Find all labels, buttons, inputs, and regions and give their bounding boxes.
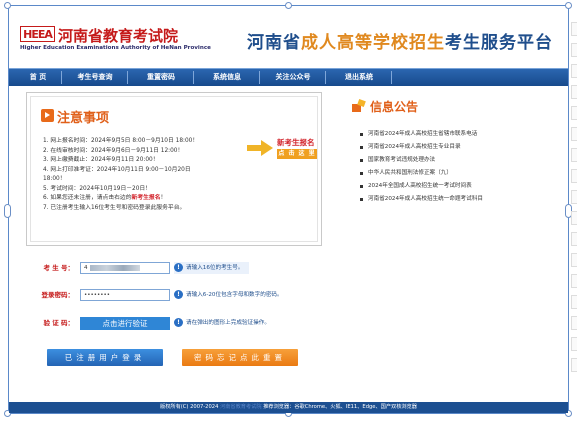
platform-title-part-2: 成人高等学校招生 <box>301 33 445 53</box>
notice-title: 注意事项 <box>57 111 110 126</box>
nav-divider <box>127 71 128 84</box>
nav-home[interactable]: 首 页 <box>15 69 61 86</box>
bulletin-item[interactable]: 河南省2024年成人高校招生统一命题考试科目 <box>360 193 560 206</box>
resize-handle-top-left[interactable] <box>4 2 11 9</box>
notice-item-tail: ！ <box>160 195 167 201</box>
notice-panel-inner: 注意事项 1. 网上报名时间：2024年9月5日 8:00－9月10日 18:0… <box>30 96 318 242</box>
platform-title: 河南省成人高等学校招生考生服务平台 <box>247 28 553 53</box>
side-tool-3[interactable] <box>571 64 577 78</box>
side-tool-2[interactable] <box>571 43 577 57</box>
captcha-hint: ! 请在弹出的图形上完成验证操作。 <box>174 317 270 329</box>
main-nav: 首 页 考生号查询 重置密码 系统信息 关注公众号 退出系统 <box>9 68 568 86</box>
exam-number-hint: ! 请输入16位的考生号。 <box>174 262 250 274</box>
side-tool-16[interactable] <box>571 337 577 351</box>
notice-item-text: 6. 如果您还未注册，请点击右边的 <box>43 195 132 201</box>
browser-recommendation: 推荐浏览器：谷歌Chrome、火狐、IE11、Edge、国产双核浏览器 <box>263 404 417 410</box>
redacted-value <box>89 264 140 271</box>
side-tool-10[interactable] <box>571 211 577 225</box>
side-tool-7[interactable] <box>571 148 577 162</box>
notice-item: 18:00！ <box>43 176 66 182</box>
logo-title: 河南省教育考试院 <box>58 27 179 45</box>
site-header: HEEA 河南省教育考试院 Higher Education Examinati… <box>10 14 567 62</box>
nav-divider <box>391 71 392 84</box>
exam-number-label: 考 生 号： <box>43 264 74 272</box>
side-tool-5[interactable] <box>571 106 577 120</box>
exam-number-value: 4 <box>84 265 88 271</box>
side-tool-11[interactable] <box>571 232 577 246</box>
side-tool-6[interactable] <box>571 127 577 141</box>
password-label: 登录密码： <box>41 291 75 299</box>
exam-number-hint-text: 请输入16位的考生号。 <box>186 265 244 271</box>
info-icon: ! <box>174 263 183 272</box>
notice-item: 3. 网上缴费截止：2024年9月11日 20:00！ <box>43 157 159 163</box>
notice-item: 2. 在线审核时间：2024年9月6日－9月11日 12:00！ <box>43 147 184 154</box>
nav-exam-number-lookup[interactable]: 考生号查询 <box>63 69 127 86</box>
arrow-right-icon <box>247 140 273 156</box>
captcha-hint-text: 请在弹出的图形上完成验证操作。 <box>186 320 270 326</box>
nav-divider <box>325 71 326 84</box>
platform-title-part-1: 河南省 <box>247 33 301 53</box>
nav-system-info[interactable]: 系统信息 <box>195 69 259 86</box>
captcha-label: 验 证 码： <box>43 319 74 327</box>
password-input[interactable]: •••••••• <box>80 289 170 301</box>
nav-reset-password[interactable]: 重置密码 <box>129 69 193 86</box>
bulletin-item[interactable]: 中华人民共和国刑法修正案（九） <box>360 167 560 180</box>
side-tool-8[interactable] <box>571 169 577 183</box>
side-tool-9[interactable] <box>571 190 577 204</box>
nav-divider <box>61 71 62 84</box>
nav-divider <box>259 71 260 84</box>
password-hint-text: 请输入6-20位包含字母和数字的密码。 <box>186 292 283 298</box>
resize-handle-top-right[interactable] <box>565 2 572 9</box>
bulletin-item[interactable]: 国家教育考试违规处理办法 <box>360 154 560 167</box>
side-tool-14[interactable] <box>571 295 577 309</box>
notice-arrow-icon <box>41 109 54 122</box>
bulletin-title: 信息公告 <box>370 100 419 114</box>
info-icon: ! <box>174 318 183 327</box>
site-footer: 版权所有(C) 2007-2024 河南省教育考试院 推荐浏览器：谷歌Chrom… <box>9 402 568 413</box>
bulletin-list: 河南省2024年成人高校招生省辖市联系电话 河南省2024年成人高校招生专业目录… <box>360 128 560 206</box>
forgot-password-button[interactable]: 密码忘记点此重置 <box>182 349 298 366</box>
notice-item: 4. 网上打印准考证：2024年10月11日 9:00－10月20日 <box>43 166 191 173</box>
nav-follow-account[interactable]: 关注公众号 <box>261 69 325 86</box>
side-tool-1[interactable] <box>571 22 577 36</box>
side-toolbar <box>571 22 577 392</box>
platform-title-part-3: 考生服务平台 <box>445 33 553 53</box>
login-button[interactable]: 已注册用户登录 <box>47 349 163 366</box>
resize-handle-top[interactable] <box>285 2 292 9</box>
nav-divider <box>193 71 194 84</box>
info-icon: ! <box>174 290 183 299</box>
resize-handle-left[interactable] <box>4 204 11 218</box>
bulletin-item[interactable]: 河南省2024年成人高校招生专业目录 <box>360 141 560 154</box>
logo-mark: HEEA <box>20 26 55 42</box>
exam-number-input[interactable]: 4 <box>80 262 170 274</box>
nav-logout[interactable]: 退出系统 <box>327 69 391 86</box>
notice-list: 1. 网上报名时间：2024年9月5日 8:00－9月10日 18:00！ 2.… <box>43 137 243 213</box>
click-here-button[interactable]: 点 击 这 里 <box>277 149 317 159</box>
megaphone-icon <box>352 98 366 112</box>
side-tool-17[interactable] <box>571 358 577 372</box>
new-register-heading[interactable]: 新考生报名 <box>277 137 315 148</box>
bulletin-item[interactable]: 2024年全国成人高校招生统一考试时间表 <box>360 180 560 193</box>
notice-item: 6. 如果您还未注册，请点击右边的新考生报名！ <box>43 194 243 204</box>
notice-item: 7. 已注册考生输入16位考生号和密码登录此服务平台。 <box>43 204 186 211</box>
notice-item: 1. 网上报名时间：2024年9月5日 8:00－9月10日 18:00！ <box>43 138 199 144</box>
side-tool-12[interactable] <box>571 253 577 267</box>
site-logo[interactable]: HEEA 河南省教育考试院 Higher Education Examinati… <box>20 26 211 58</box>
side-tool-13[interactable] <box>571 274 577 288</box>
new-register-link[interactable]: 新考生报名 <box>132 195 161 201</box>
side-tool-4[interactable] <box>571 85 577 99</box>
copyright-text: 版权所有(C) 2007-2024 <box>160 404 219 410</box>
logo-subtitle: Higher Education Examinations Authority … <box>20 45 211 51</box>
notice-item: 5. 考试时间：2024年10月19日－20日！ <box>43 185 152 192</box>
captcha-verify-button[interactable]: 点击进行验证 <box>80 317 170 330</box>
bulletin-item[interactable]: 河南省2024年成人高校招生省辖市联系电话 <box>360 128 560 141</box>
side-tool-15[interactable] <box>571 316 577 330</box>
notice-panel: 注意事项 1. 网上报名时间：2024年9月5日 8:00－9月10日 18:0… <box>26 92 322 246</box>
password-hint: ! 请输入6-20位包含字母和数字的密码。 <box>174 289 283 301</box>
footer-org-link[interactable]: 河南省教育考试院 <box>220 404 262 410</box>
